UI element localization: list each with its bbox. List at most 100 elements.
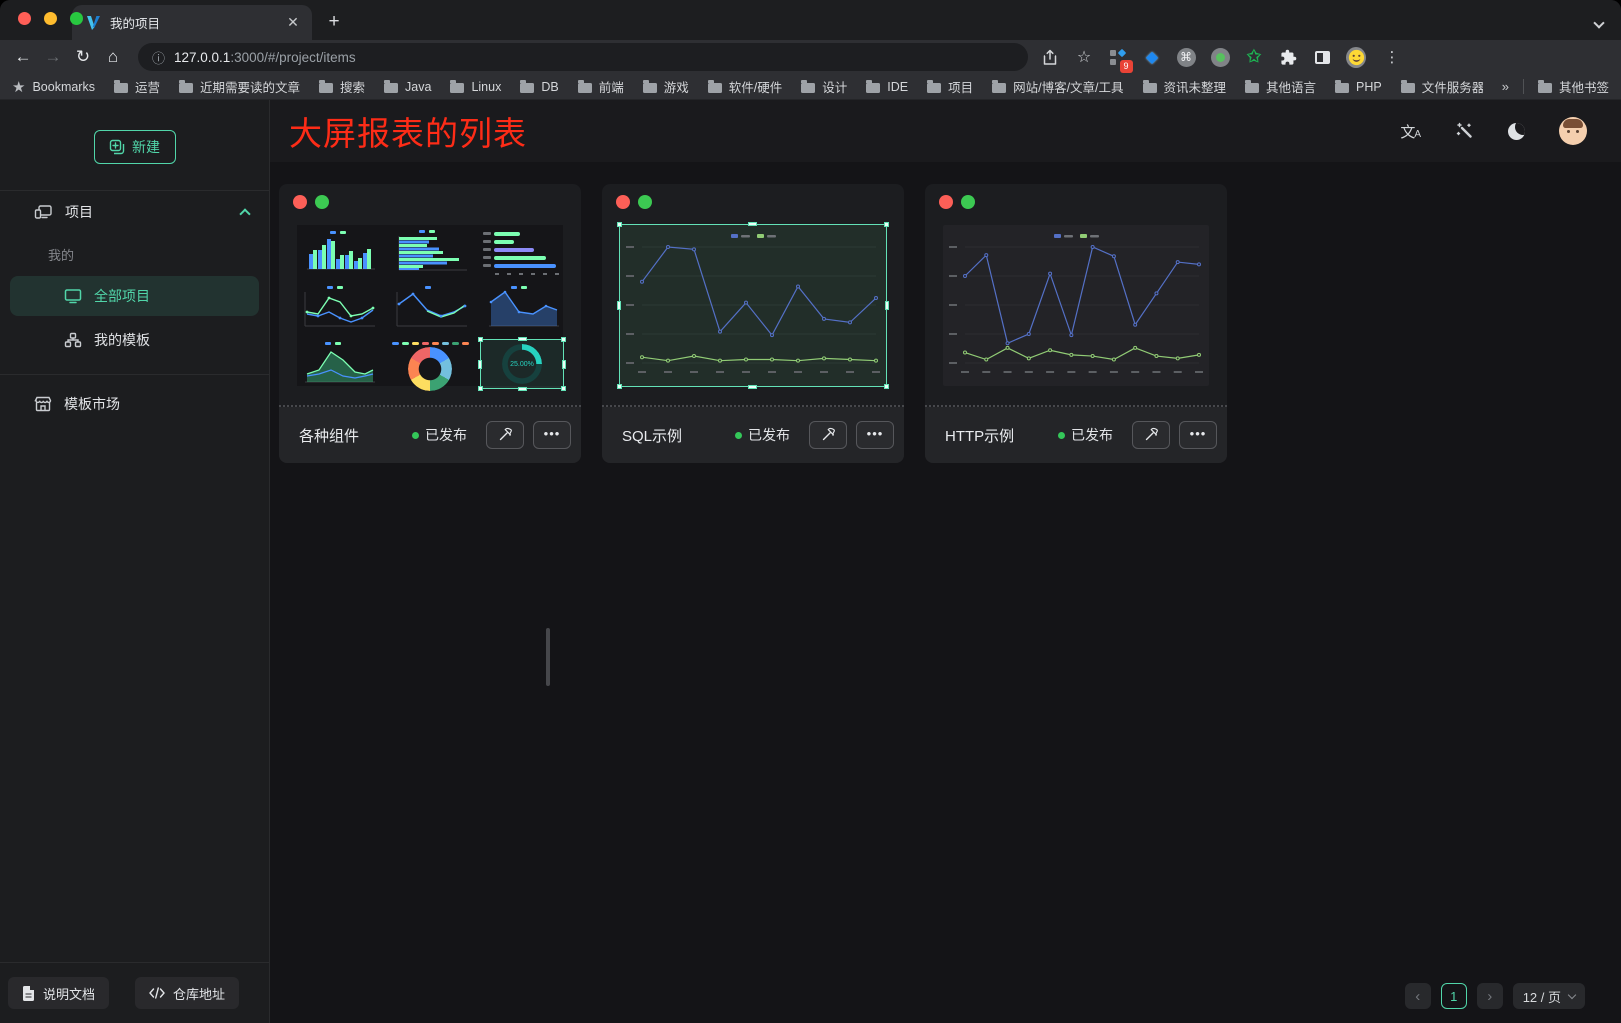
close-window-button[interactable] — [18, 12, 31, 25]
sidebar-item-template-market[interactable]: 模板市场 — [0, 383, 269, 425]
ellipsis-icon: ••• — [1190, 426, 1207, 441]
bookmark-folder[interactable]: 搜索 — [319, 77, 365, 96]
project-card-http[interactable]: HTTP示例 已发布 ••• — [925, 184, 1227, 463]
bookmark-folder[interactable]: 文件服务器 — [1401, 77, 1483, 96]
magic-wand-icon[interactable] — [1456, 122, 1474, 140]
bookmark-folder-label: 设计 — [822, 77, 847, 96]
extensions-puzzle-icon[interactable] — [1278, 47, 1298, 67]
extension-badge: 9 — [1120, 60, 1133, 73]
toolbar-right-icons: ☆ 9 ◆ ⌘ ✩ ⋮ — [1040, 47, 1402, 67]
user-avatar[interactable] — [1559, 117, 1587, 145]
side-panel-icon[interactable] — [1312, 47, 1332, 67]
more-button[interactable]: ••• — [533, 421, 571, 449]
new-button-label: 新建 — [132, 137, 160, 157]
menu-kebab-icon[interactable]: ⋮ — [1382, 47, 1402, 67]
page-size-select[interactable]: 12 / 页 — [1513, 983, 1585, 1009]
bookmark-folder[interactable]: 前端 — [578, 77, 624, 96]
mini-area-chart — [481, 284, 563, 332]
dark-mode-moon-icon[interactable] — [1508, 123, 1525, 140]
forward-icon[interactable]: → — [40, 44, 66, 70]
scrollbar-thumb[interactable] — [546, 628, 550, 686]
reload-icon[interactable]: ↻ — [70, 44, 96, 70]
bookmark-star-icon[interactable]: ☆ — [1074, 47, 1094, 67]
bookmark-folder[interactable]: 游戏 — [643, 77, 689, 96]
repo-button[interactable]: 仓库地址 — [135, 977, 239, 1009]
bookmark-folder[interactable]: Java — [384, 77, 431, 96]
bookmark-folder[interactable]: DB — [520, 77, 558, 96]
sidebar-section-label: 项目 — [65, 202, 93, 222]
share-icon[interactable] — [1040, 47, 1060, 67]
bookmark-folder[interactable]: 资讯未整理 — [1143, 77, 1227, 96]
code-icon — [149, 987, 165, 999]
bookmark-folder[interactable]: 软件/硬件 — [708, 77, 782, 96]
tab-close-icon[interactable]: ✕ — [284, 14, 302, 32]
back-icon[interactable]: ← — [10, 44, 36, 70]
star-extension-icon[interactable]: ✩ — [1244, 47, 1264, 67]
bookmarks-overflow-icon[interactable]: » — [1502, 79, 1509, 94]
bookmark-folder[interactable]: 近期需要读的文章 — [179, 77, 300, 96]
language-icon[interactable]: 文A — [1400, 121, 1422, 142]
bookmark-folder[interactable]: 网站/博客/文章/工具 — [992, 77, 1123, 96]
minimize-window-button[interactable] — [44, 12, 57, 25]
project-card-components[interactable]: 25.00% 各种组件 已发布 — [279, 184, 581, 463]
more-button[interactable]: ••• — [856, 421, 894, 449]
bookmark-folder[interactable]: IDE — [866, 77, 908, 96]
bookmarks-divider — [1523, 79, 1524, 94]
mini-line-chart — [389, 284, 471, 332]
status-badge: 已发布 — [1058, 425, 1113, 445]
project-card-sql[interactable]: SQL示例 已发布 ••• — [602, 184, 904, 463]
home-icon[interactable]: ⌂ — [100, 44, 126, 70]
sidebar-footer: 说明文档 仓库地址 — [0, 962, 269, 1023]
edit-button[interactable] — [1132, 421, 1170, 449]
status-label: 已发布 — [748, 425, 790, 445]
current-page-button[interactable]: 1 — [1441, 983, 1467, 1009]
recorder-extension-icon[interactable] — [1210, 47, 1230, 67]
sidebar-item-label: 模板市场 — [64, 394, 120, 414]
site-info-icon[interactable]: ⓘ — [152, 48, 165, 67]
docs-button-label: 说明文档 — [43, 984, 95, 1003]
folder-icon — [927, 83, 941, 93]
bookmark-folder[interactable]: 设计 — [801, 77, 847, 96]
bookmark-folder[interactable]: PHP — [1335, 77, 1382, 96]
ellipsis-icon: ••• — [867, 426, 884, 441]
profile-avatar[interactable] — [1346, 47, 1366, 67]
chevron-up-icon[interactable] — [239, 208, 250, 219]
sidebar-item-all-projects[interactable]: 全部项目 — [10, 276, 259, 316]
extension-grid-icon[interactable]: 9 — [1108, 47, 1128, 67]
bookmark-folder[interactable]: 项目 — [927, 77, 973, 96]
bookmark-folder-label: Java — [405, 80, 431, 94]
traffic-lights — [18, 12, 83, 25]
more-button[interactable]: ••• — [1179, 421, 1217, 449]
folder-icon — [708, 83, 722, 93]
project-name: 各种组件 — [299, 425, 412, 446]
bookmark-folder-list: 运营 近期需要读的文章 搜索 Java — [114, 77, 1483, 96]
star-icon: ★ — [12, 78, 25, 96]
bookmarks-manager[interactable]: ★ Bookmarks — [12, 78, 95, 96]
edit-button[interactable] — [486, 421, 524, 449]
other-bookmarks[interactable]: 其他书签 — [1538, 77, 1609, 96]
bookmark-folder[interactable]: Linux — [450, 77, 501, 96]
address-bar[interactable]: ⓘ 127.0.0.1:3000/#/project/items — [138, 43, 1028, 71]
bookmark-folder[interactable]: 其他语言 — [1245, 77, 1316, 96]
tab-search-chevron-icon[interactable] — [1595, 14, 1607, 26]
folder-icon — [450, 83, 464, 93]
prev-page-button[interactable]: ‹ — [1405, 983, 1431, 1009]
edit-button[interactable] — [809, 421, 847, 449]
mini-hbar-chart — [389, 228, 471, 276]
next-page-button[interactable]: › — [1477, 983, 1503, 1009]
new-project-button[interactable]: 新建 — [94, 130, 176, 164]
sidebar-item-my-templates[interactable]: 我的模板 — [10, 320, 259, 360]
sidebar-section-projects[interactable]: 项目 — [0, 191, 269, 233]
project-icon — [34, 204, 53, 221]
document-icon — [22, 986, 35, 1001]
url-host: 127.0.0.1 — [174, 50, 230, 65]
gem-extension-icon[interactable]: ◆ — [1142, 47, 1162, 67]
zoom-window-button[interactable] — [70, 12, 83, 25]
browser-tab[interactable]: 我的项目 ✕ — [72, 5, 312, 40]
folder-icon — [992, 83, 1006, 93]
docs-button[interactable]: 说明文档 — [8, 977, 109, 1009]
card-footer: SQL示例 已发布 ••• — [602, 407, 904, 463]
command-extension-icon[interactable]: ⌘ — [1176, 47, 1196, 67]
new-tab-button[interactable]: + — [320, 8, 348, 36]
bookmark-folder[interactable]: 运营 — [114, 77, 160, 96]
